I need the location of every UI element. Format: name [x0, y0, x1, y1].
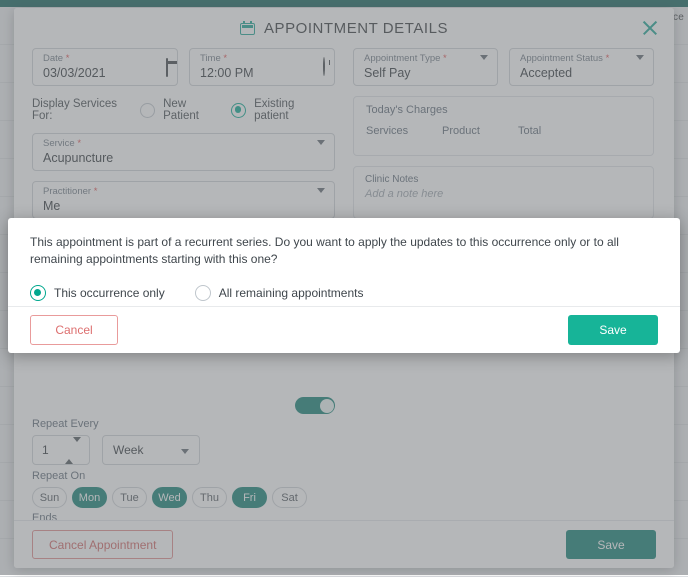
- radio-this-occurrence-only-label: This occurrence only: [54, 286, 165, 300]
- radio-all-remaining-appointments-label: All remaining appointments: [219, 286, 364, 300]
- cancel-button[interactable]: Cancel: [30, 315, 118, 345]
- dialog-save-button[interactable]: Save: [568, 315, 658, 345]
- recurrence-confirmation-dialog: This appointment is part of a recurrent …: [8, 218, 680, 353]
- dialog-radio-group: This occurrence only All remaining appoi…: [30, 285, 658, 301]
- radio-all-remaining-appointments[interactable]: All remaining appointments: [195, 285, 364, 301]
- dialog-body: This appointment is part of a recurrent …: [8, 218, 680, 301]
- dialog-footer: Cancel Save: [8, 306, 680, 353]
- radio-icon[interactable]: [30, 285, 46, 301]
- radio-icon[interactable]: [195, 285, 211, 301]
- dialog-message: This appointment is part of a recurrent …: [30, 234, 630, 268]
- radio-this-occurrence-only[interactable]: This occurrence only: [30, 285, 165, 301]
